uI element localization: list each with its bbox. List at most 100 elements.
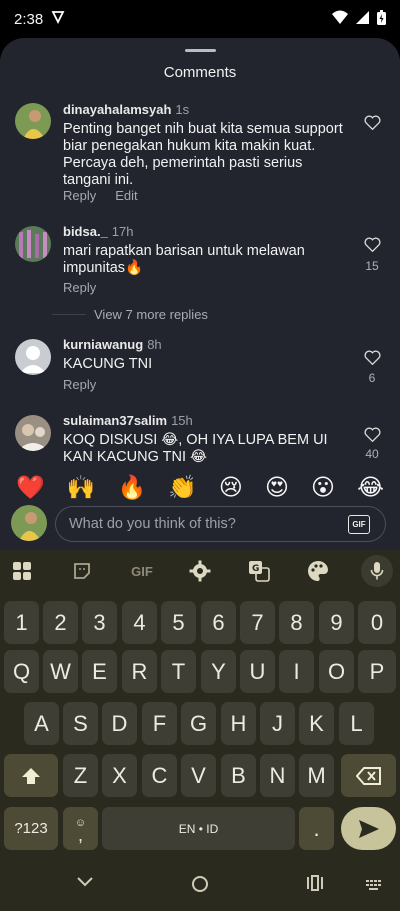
key-l[interactable]: L — [339, 702, 374, 745]
key-j[interactable]: J — [260, 702, 295, 745]
emoji-fire-button[interactable]: 🔥 — [117, 471, 146, 503]
key-a[interactable]: A — [24, 702, 59, 745]
key-m[interactable]: M — [299, 754, 334, 797]
mic-icon[interactable] — [361, 555, 393, 587]
key-b[interactable]: B — [221, 754, 256, 797]
key-5[interactable]: 5 — [161, 601, 196, 644]
key-4[interactable]: 4 — [122, 601, 157, 644]
vpn-icon — [51, 10, 65, 28]
key-e[interactable]: E — [82, 650, 117, 693]
comment-username[interactable]: kurniawanug 8h — [63, 337, 162, 352]
key-s[interactable]: S — [63, 702, 98, 745]
like-heart-icon[interactable] — [362, 427, 382, 447]
emoji-heart-eyes-button[interactable]: 😍 — [265, 471, 289, 503]
system-nav-bar — [0, 862, 400, 911]
keyboard-gif-button[interactable]: GIF — [127, 558, 157, 584]
space-key[interactable]: EN • ID — [102, 807, 295, 850]
like-count: 6 — [368, 371, 376, 385]
my-avatar — [11, 505, 47, 541]
wifi-icon — [332, 10, 348, 28]
comment-username[interactable]: bidsa._ 17h — [63, 224, 134, 239]
home-icon[interactable] — [191, 875, 209, 898]
emoji-surprised-button[interactable]: 😮 — [311, 471, 335, 503]
emoji-reaction-bar: ❤️ 🙌 🔥 👏 😢 😍 😮 😂 — [0, 471, 400, 503]
period-key[interactable]: . — [299, 807, 334, 850]
avatar[interactable] — [15, 226, 51, 262]
emoji-heart-button[interactable]: ❤️ — [16, 471, 45, 503]
symbols-key[interactable]: ?123 — [4, 807, 58, 850]
key-1[interactable]: 1 — [4, 601, 39, 644]
comment-timestamp: 17h — [111, 224, 134, 239]
like-heart-icon[interactable] — [362, 350, 382, 370]
sticker-icon[interactable] — [69, 558, 95, 584]
like-heart-icon[interactable] — [362, 115, 382, 135]
recents-icon[interactable] — [306, 875, 324, 896]
reply-button[interactable]: Reply — [63, 280, 96, 295]
settings-gear-icon[interactable] — [187, 558, 213, 584]
key-z[interactable]: Z — [63, 754, 98, 797]
key-k[interactable]: K — [299, 702, 334, 745]
edit-button[interactable]: Edit — [115, 188, 137, 203]
key-d[interactable]: D — [102, 702, 137, 745]
keyboard-switch-icon[interactable] — [366, 879, 382, 897]
reply-button[interactable]: Reply — [63, 188, 96, 203]
comment-timestamp: 15h — [171, 413, 193, 428]
key-o[interactable]: O — [319, 650, 354, 693]
key-7[interactable]: 7 — [240, 601, 275, 644]
comment-timestamp: 8h — [147, 337, 162, 352]
drag-handle[interactable] — [185, 49, 216, 52]
key-f[interactable]: F — [142, 702, 177, 745]
gif-button[interactable]: GIF — [348, 515, 370, 534]
key-y[interactable]: Y — [201, 650, 236, 693]
status-bar: 2:38 — [0, 0, 400, 38]
comment-input[interactable]: What do you think of this? GIF — [55, 506, 386, 542]
emoji-cry-button[interactable]: 😢 — [219, 471, 243, 503]
key-2[interactable]: 2 — [43, 601, 78, 644]
comment-username[interactable]: dinayahalamsyah 1s — [63, 102, 189, 117]
key-n[interactable]: N — [260, 754, 295, 797]
key-g[interactable]: G — [181, 702, 216, 745]
key-v[interactable]: V — [181, 754, 216, 797]
comma-emoji-key[interactable]: ☺ , — [63, 807, 98, 850]
avatar[interactable] — [15, 415, 51, 451]
key-i[interactable]: I — [279, 650, 314, 693]
comma-label: , — [77, 824, 83, 845]
key-3[interactable]: 3 — [82, 601, 117, 644]
comment-timestamp: 1s — [175, 102, 190, 117]
key-p[interactable]: P — [358, 650, 396, 693]
key-u[interactable]: U — [240, 650, 275, 693]
key-r[interactable]: R — [122, 650, 157, 693]
comments-sheet: Comments dinayahalamsyah 1s Penting bange… — [0, 38, 400, 550]
apps-grid-icon[interactable] — [9, 558, 35, 584]
key-c[interactable]: C — [142, 754, 177, 797]
emoji-clap-button[interactable]: 👏 — [168, 471, 197, 503]
key-t[interactable]: T — [161, 650, 196, 693]
battery-icon — [377, 9, 386, 29]
keyboard: GIF G 1 2 3 4 5 6 7 8 9 0 Q W E R T Y U … — [0, 550, 400, 862]
like-heart-icon[interactable] — [362, 237, 382, 257]
key-h[interactable]: H — [221, 702, 256, 745]
key-0[interactable]: 0 — [358, 601, 396, 644]
view-more-replies-button[interactable]: View 7 more replies — [94, 307, 208, 322]
key-q[interactable]: Q — [4, 650, 39, 693]
key-9[interactable]: 9 — [319, 601, 354, 644]
backspace-key[interactable] — [341, 754, 396, 797]
key-8[interactable]: 8 — [279, 601, 314, 644]
hide-keyboard-chevron-icon[interactable] — [76, 875, 94, 894]
avatar[interactable] — [15, 103, 51, 139]
key-6[interactable]: 6 — [201, 601, 236, 644]
reply-button[interactable]: Reply — [63, 377, 96, 392]
emoji-laugh-button[interactable]: 😂 — [357, 471, 384, 503]
avatar[interactable] — [15, 339, 51, 375]
emoji-raised-hands-button[interactable]: 🙌 — [67, 471, 96, 503]
key-w[interactable]: W — [43, 650, 78, 693]
translate-icon[interactable]: G — [246, 558, 272, 584]
theme-palette-icon[interactable] — [305, 558, 331, 584]
thread-divider — [52, 314, 86, 315]
key-x[interactable]: X — [102, 754, 137, 797]
comment-text: KOQ DISKUSI 😂, OH IYA LUPA BEM UI KAN KA… — [63, 432, 328, 465]
comment-text: Penting banget nih buat kita semua suppo… — [63, 121, 343, 188]
shift-key[interactable] — [4, 754, 58, 797]
comment-username[interactable]: sulaiman37salim 15h — [63, 413, 193, 428]
send-key[interactable] — [341, 807, 396, 850]
